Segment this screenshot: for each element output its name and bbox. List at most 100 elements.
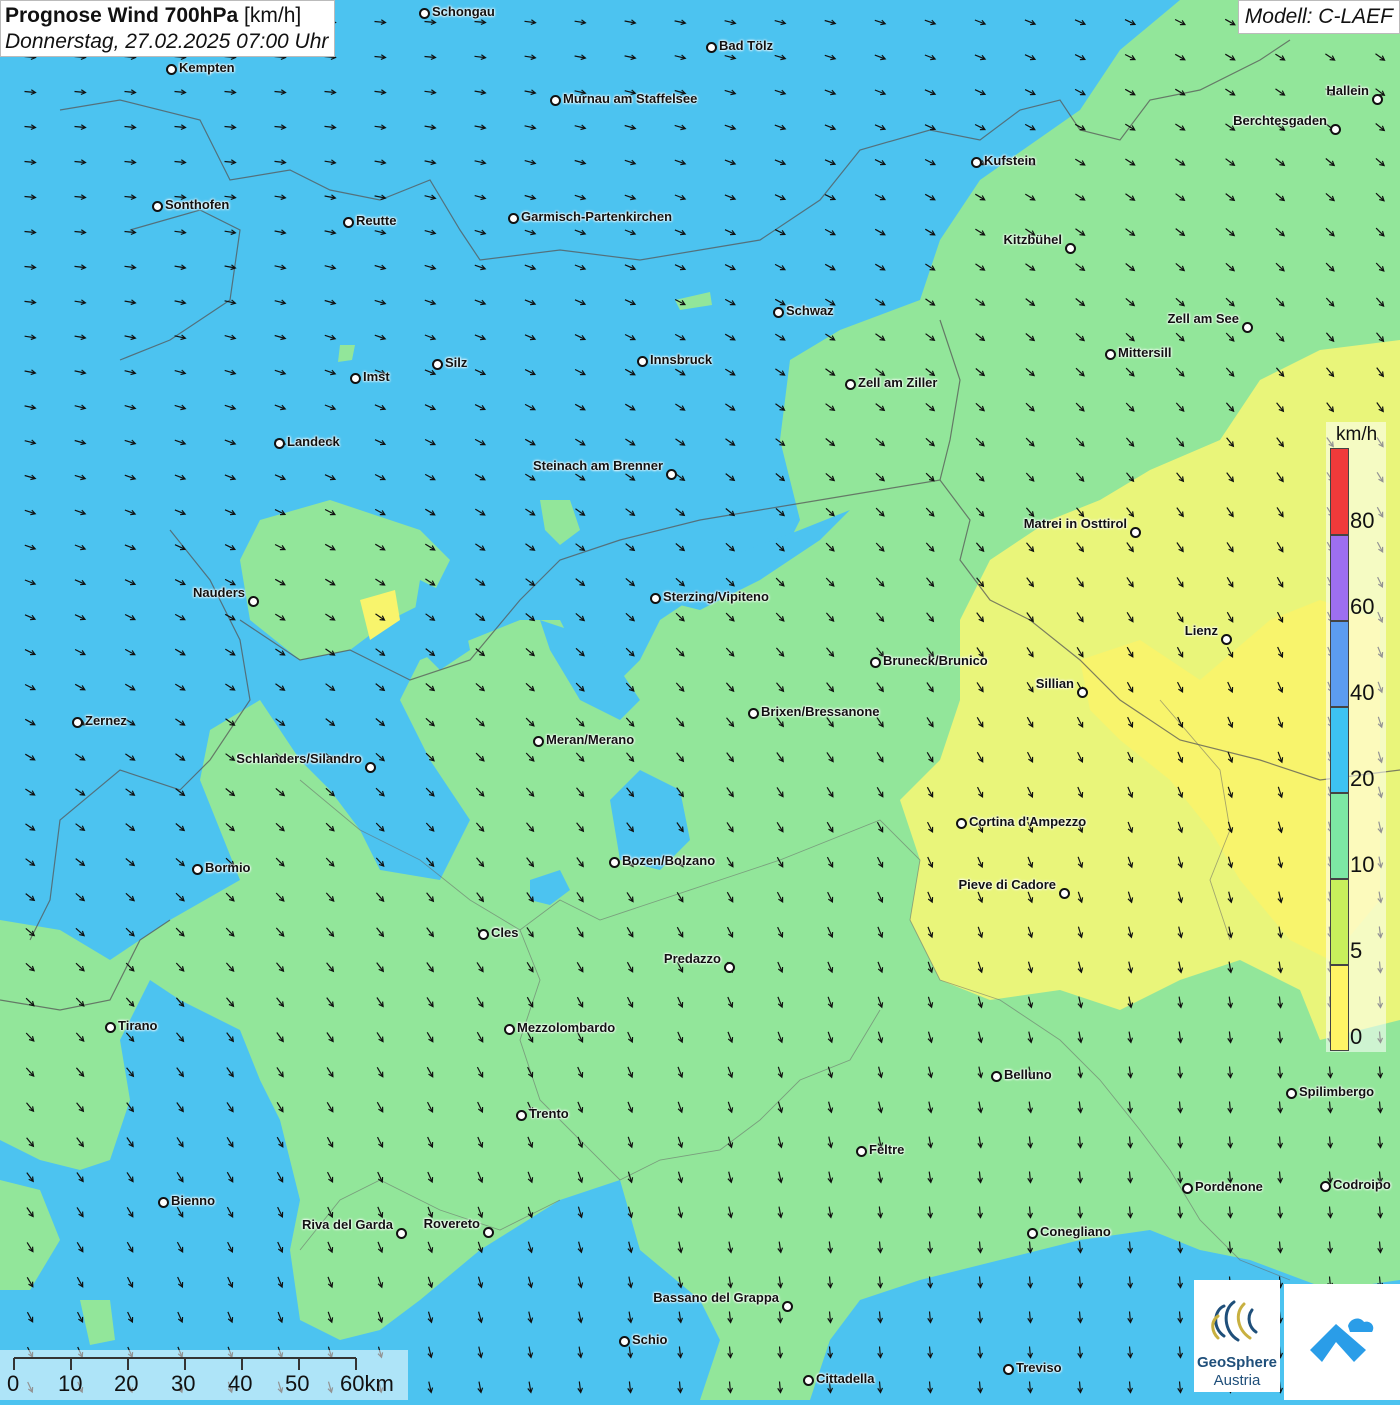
city-marker: [1220, 633, 1232, 645]
city-marker: [990, 1070, 1002, 1082]
city-label: Conegliano: [1040, 1224, 1111, 1239]
legend-label: 10: [1350, 852, 1375, 877]
city-marker: [157, 1196, 169, 1208]
city-label: Mezzolombardo: [517, 1020, 616, 1035]
city-label: Imst: [363, 369, 390, 384]
city-marker: [665, 468, 677, 480]
city-marker: [955, 817, 967, 829]
legend-label: 40: [1350, 680, 1375, 705]
city-marker: [151, 200, 163, 212]
city-marker: [431, 358, 443, 370]
city-marker: [1285, 1087, 1297, 1099]
city-marker: [507, 212, 519, 224]
city-marker: [1076, 686, 1088, 698]
city-label: Zell am Ziller: [858, 375, 938, 390]
city-label: Bad Tölz: [719, 38, 774, 53]
city-label: Lienz: [1184, 623, 1218, 638]
city-marker: [1129, 526, 1141, 538]
city-marker: [1329, 123, 1341, 135]
city-marker: [855, 1145, 867, 1157]
city-label: Kitzbühel: [1003, 232, 1063, 247]
city-marker: [482, 1226, 494, 1238]
city-label: Meran/Merano: [546, 732, 635, 747]
city-marker: [1241, 321, 1253, 333]
forecast-datetime: Donnerstag, 27.02.2025 07:00 Uhr: [5, 30, 329, 53]
city-marker: [247, 595, 259, 607]
legend-color-bar: [1330, 879, 1349, 965]
city-marker: [608, 856, 620, 868]
city-marker: [549, 94, 561, 106]
city-marker: [747, 707, 759, 719]
legend-color-bar: [1330, 448, 1349, 535]
geosphere-name: GeoSphere: [1196, 1354, 1278, 1371]
city-label: Trento: [529, 1106, 569, 1121]
city-label: Reutte: [356, 213, 397, 228]
city-label: Pordenone: [1195, 1179, 1263, 1194]
city-label: Hallein: [1326, 83, 1369, 98]
city-marker: [364, 761, 376, 773]
city-label: Kempten: [179, 60, 235, 75]
city-marker: [1058, 887, 1070, 899]
geosphere-icon: [1211, 1300, 1258, 1342]
legend-color-bar: [1330, 621, 1349, 707]
city-label: Cles: [491, 925, 519, 940]
city-label: Sterzing/Vipiteno: [663, 589, 769, 604]
city-marker: [970, 156, 982, 168]
city-label: Landeck: [287, 434, 340, 449]
legend-label: 80: [1350, 508, 1375, 533]
scale-label: 20: [114, 1371, 139, 1396]
city-label: Sonthofen: [165, 197, 230, 212]
city-marker: [503, 1023, 515, 1035]
city-label: Belluno: [1004, 1067, 1052, 1082]
city-marker: [273, 437, 285, 449]
city-label: Nauders: [192, 585, 245, 600]
city-marker: [104, 1021, 116, 1033]
city-label: Schwaz: [786, 303, 834, 318]
city-label: Schio: [632, 1332, 668, 1347]
scale-label: 40: [228, 1371, 253, 1396]
city-label: Kufstein: [984, 153, 1036, 168]
city-marker: [342, 216, 354, 228]
city-label: Cittadella: [816, 1371, 875, 1386]
city-label: Codroipo: [1333, 1177, 1391, 1192]
city-marker: [477, 928, 489, 940]
city-marker: [1371, 93, 1383, 105]
city-label: Cortina d'Ampezzo: [969, 814, 1087, 829]
city-label: Silz: [445, 355, 468, 370]
geosphere-logo: GeoSphere Austria: [1194, 1280, 1280, 1392]
city-marker: [71, 716, 83, 728]
city-label: Matrei in Osttirol: [1023, 516, 1127, 531]
city-marker: [636, 355, 648, 367]
legend-color-bar: [1330, 707, 1349, 793]
legend-color-bar: [1330, 793, 1349, 879]
scale-label: 30: [171, 1371, 196, 1396]
city-label: Bormio: [205, 860, 251, 875]
city-marker: [1026, 1227, 1038, 1239]
city-label: Mittersill: [1118, 345, 1172, 360]
city-label: Riva del Garda: [301, 1217, 393, 1232]
city-marker: [723, 961, 735, 973]
city-label: Rovereto: [423, 1216, 480, 1231]
city-marker: [618, 1335, 630, 1347]
city-label: Feltre: [869, 1142, 905, 1157]
city-marker: [349, 372, 361, 384]
city-label: Garmisch-Partenkirchen: [521, 209, 673, 224]
city-label: Schlanders/Silandro: [236, 751, 362, 766]
city-label: Berchtesgaden: [1233, 113, 1327, 128]
city-marker: [705, 41, 717, 53]
city-label: Pieve di Cadore: [958, 877, 1056, 892]
city-label: Brixen/Bressanone: [761, 704, 880, 719]
legend-color-bar: [1330, 535, 1349, 621]
city-label: Sillian: [1035, 676, 1074, 691]
geosphere-country: Austria: [1213, 1372, 1261, 1389]
title-box: Prognose Wind 700hPa [km/h] Donnerstag, …: [0, 0, 336, 57]
legend-label: 0: [1350, 1024, 1363, 1049]
city-marker: [1002, 1363, 1014, 1375]
city-marker: [418, 7, 430, 19]
city-label: Zernez: [85, 713, 127, 728]
city-marker: [781, 1300, 793, 1312]
legend-color-bar: [1330, 965, 1349, 1051]
city-label: Tirano: [118, 1018, 158, 1033]
city-marker: [772, 306, 784, 318]
city-marker: [515, 1109, 527, 1121]
